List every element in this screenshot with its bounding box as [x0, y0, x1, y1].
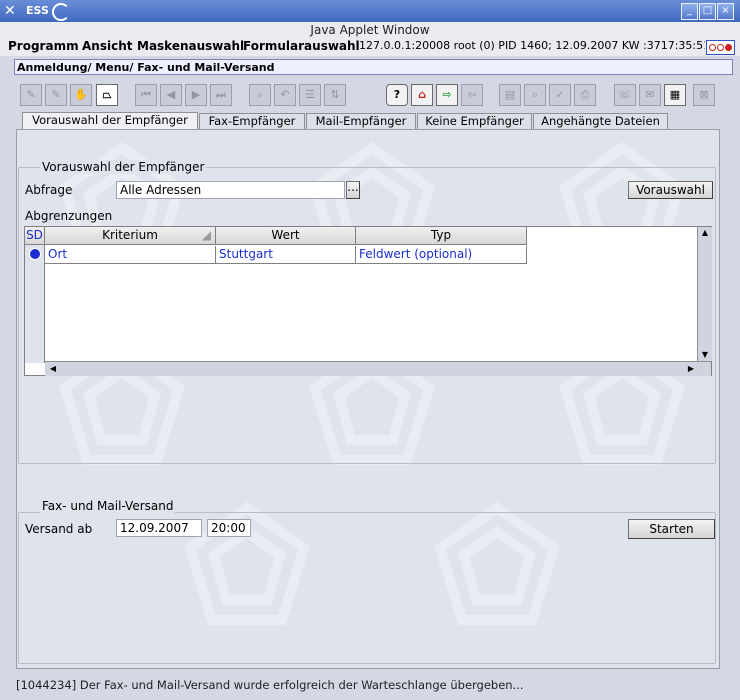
- criteria-table: SD Kriterium ◢ Wert Typ Ort Stuttgart Fel…: [24, 226, 712, 376]
- query-field[interactable]: Alle Adressen: [116, 181, 345, 199]
- send-date-field[interactable]: 12.09.2007: [116, 519, 202, 537]
- toolbar-prev-icon[interactable]: ◀: [160, 84, 182, 106]
- cell-value[interactable]: Stuttgart: [216, 246, 356, 264]
- query-label: Abfrage: [25, 183, 73, 197]
- indicator-dot-icon: [709, 44, 716, 51]
- indicator-dot-icon: [717, 44, 724, 51]
- session-status-info: 127.0.0.1:20008 root (0) PID 1460; 12.09…: [359, 39, 705, 52]
- toolbar-clear-icon[interactable]: ⏢: [96, 84, 118, 106]
- column-header-kriterium-label: Kriterium: [102, 228, 158, 242]
- column-header-wert[interactable]: Wert: [216, 227, 356, 245]
- help-button[interactable]: ?: [386, 84, 408, 106]
- breadcrumb: Anmeldung/ Menu/ Fax- und Mail-Versand: [14, 59, 733, 75]
- scroll-right-icon[interactable]: ▶: [685, 362, 697, 376]
- cell-type[interactable]: Feldwert (optional): [356, 246, 527, 264]
- vertical-scrollbar[interactable]: ▲ ▼: [697, 227, 712, 361]
- send-time-field[interactable]: 20:00: [207, 519, 251, 537]
- row-selector-icon[interactable]: [29, 248, 41, 260]
- query-browse-button[interactable]: ...: [346, 181, 360, 199]
- menubar: Programm Ansicht Maskenauswahl Formulara…: [0, 38, 740, 56]
- window-titlebar[interactable]: ✕ ESS _ □ ×: [0, 0, 740, 22]
- menu-programm[interactable]: Programm: [8, 39, 79, 53]
- preselect-group-title: Vorauswahl der Empfänger: [40, 160, 207, 174]
- toolbar-new-icon[interactable]: ✎: [20, 84, 42, 106]
- toolbar-last-icon[interactable]: ⏭: [210, 84, 232, 106]
- toolbar-edit-icon[interactable]: ✎: [45, 84, 67, 106]
- limits-label: Abgrenzungen: [25, 209, 113, 223]
- status-message: [1044234] Der Fax- und Mail-Versand wurd…: [16, 678, 524, 692]
- toolbar-import-icon[interactable]: ⇦: [461, 84, 483, 106]
- scroll-left-icon[interactable]: ◀: [47, 362, 59, 376]
- applet-window-caption: Java Applet Window: [0, 22, 740, 38]
- tab-fax-empfaenger[interactable]: Fax-Empfänger: [199, 113, 305, 129]
- tab-mail-empfaenger[interactable]: Mail-Empfänger: [306, 113, 416, 129]
- horizontal-scrollbar[interactable]: ◀ ▶: [45, 361, 711, 376]
- send-from-label: Versand ab: [25, 522, 93, 536]
- scroll-down-icon[interactable]: ▼: [698, 349, 712, 361]
- toolbar-document-icon[interactable]: ▤: [499, 84, 521, 106]
- column-header-kriterium[interactable]: Kriterium ◢: [45, 227, 216, 245]
- toolbar-arrow-icon[interactable]: ↶: [274, 84, 296, 106]
- toolbar-next-icon[interactable]: ▶: [185, 84, 207, 106]
- toolbar-home-icon[interactable]: ⌂: [411, 84, 433, 106]
- toolbar-sort-icon[interactable]: ⇅: [324, 84, 346, 106]
- tab-angehaengte-dateien[interactable]: Angehängte Dateien: [533, 113, 668, 129]
- toolbar-close-icon[interactable]: ⊠: [693, 84, 715, 106]
- sort-ascending-icon: ◢: [201, 228, 211, 242]
- dispatch-group-title: Fax- und Mail-Versand: [40, 499, 176, 513]
- app-logo-icon: ✕: [4, 3, 16, 19]
- connection-indicator: [706, 40, 735, 55]
- toolbar-zoom-icon[interactable]: ⌕: [524, 84, 546, 106]
- toolbar-sign-icon[interactable]: ✓: [549, 84, 571, 106]
- toolbar-export-icon[interactable]: ⇨: [436, 84, 458, 106]
- menu-maskenauswahl[interactable]: Maskenauswahl: [137, 39, 244, 53]
- column-header-typ[interactable]: Typ: [356, 227, 527, 245]
- scroll-up-icon[interactable]: ▲: [698, 227, 712, 239]
- swirl-icon: [52, 3, 70, 21]
- column-header-sd[interactable]: SD: [25, 227, 45, 245]
- indicator-dot-icon: [725, 44, 732, 51]
- preselect-button[interactable]: Vorauswahl: [628, 181, 713, 199]
- maximize-button[interactable]: □: [699, 3, 716, 20]
- cell-criterion[interactable]: Ort: [45, 246, 216, 264]
- toolbar-search-icon[interactable]: ⌕: [249, 84, 271, 106]
- menu-formularauswahl[interactable]: Formularauswahl: [243, 39, 360, 53]
- toolbar-table-icon[interactable]: ▦: [664, 84, 686, 106]
- toolbar-print-icon[interactable]: ⎙: [574, 84, 596, 106]
- start-button[interactable]: Starten: [628, 519, 715, 539]
- close-button[interactable]: ×: [717, 3, 734, 20]
- tab-keine-empfaenger[interactable]: Keine Empfänger: [417, 113, 532, 129]
- toolbar-mail-icon[interactable]: ✉: [639, 84, 661, 106]
- toolbar-first-icon[interactable]: ⏮: [135, 84, 157, 106]
- app-name: ESS: [26, 4, 49, 17]
- toolbar-fax-icon[interactable]: ☏: [614, 84, 636, 106]
- toolbar-delete-icon[interactable]: ✋: [70, 84, 92, 106]
- toolbar-list-icon[interactable]: ☰: [299, 84, 321, 106]
- minimize-button[interactable]: _: [681, 3, 698, 20]
- row-header-column: [25, 245, 45, 363]
- menu-ansicht[interactable]: Ansicht: [82, 39, 132, 53]
- tab-vorauswahl[interactable]: Vorauswahl der Empfänger: [22, 112, 198, 130]
